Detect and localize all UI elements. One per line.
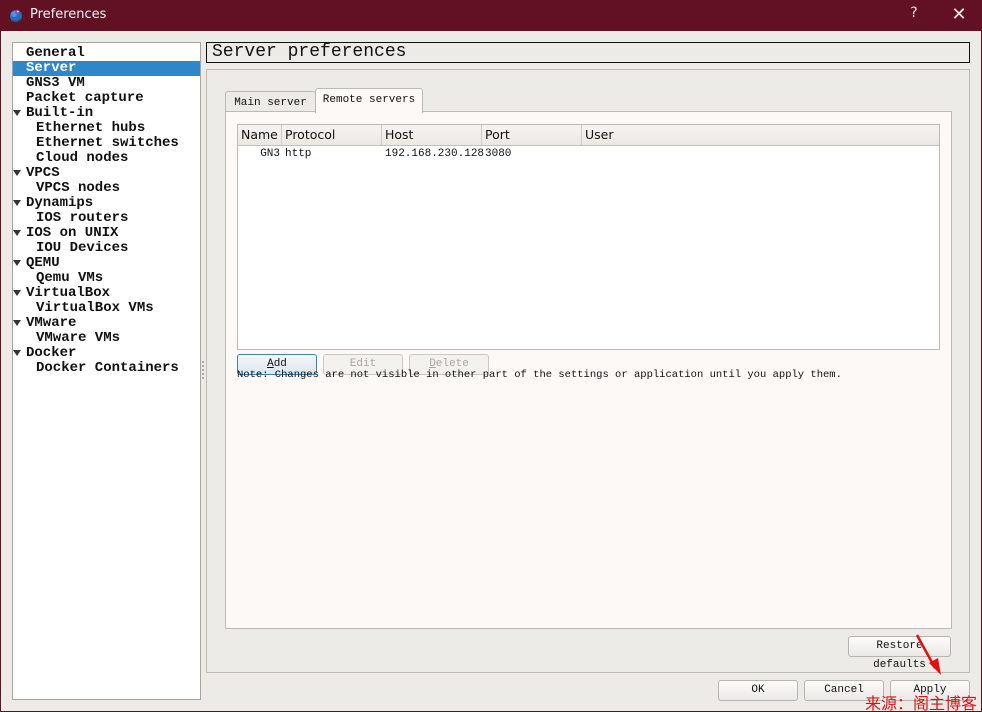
sidebar-item-qemu[interactable]: QEMU: [13, 256, 200, 271]
sidebar-item-label: VPCS nodes: [36, 180, 121, 196]
sidebar-item-label: Docker: [26, 345, 77, 361]
cell-host: 192.168.230.128: [385, 148, 485, 160]
sidebar-item-virtualbox-vms[interactable]: VirtualBox VMs: [13, 301, 200, 316]
sidebar-item-label: VMware: [26, 315, 77, 331]
sidebar-item-label: Ethernet switches: [36, 135, 179, 151]
sidebar-item-packet-capture[interactable]: Packet capture: [13, 91, 200, 106]
sidebar-item-label: VirtualBox VMs: [36, 300, 154, 316]
table-header: Name Protocol Host Port User: [238, 125, 939, 146]
sidebar-item-qemu-vms[interactable]: Qemu VMs: [13, 271, 200, 286]
page-title: Server preferences: [206, 42, 970, 63]
apply-note: Note: Changes are not visible in other p…: [237, 369, 842, 381]
expand-arrow-icon[interactable]: [13, 110, 21, 116]
column-header-protocol[interactable]: Protocol: [282, 125, 382, 145]
sidebar-item-ios-routers[interactable]: IOS routers: [13, 211, 200, 226]
column-header-user[interactable]: User: [582, 125, 939, 145]
expand-arrow-icon[interactable]: [13, 260, 21, 266]
cell-name: GN3: [260, 148, 280, 160]
sidebar-item-ethernet-switches[interactable]: Ethernet switches: [13, 136, 200, 151]
tab-remote-servers[interactable]: Remote servers: [315, 88, 423, 113]
column-header-port[interactable]: Port: [482, 125, 582, 145]
window-title: Preferences: [30, 7, 107, 22]
sidebar-item-label: VMware VMs: [36, 330, 121, 346]
expand-arrow-icon[interactable]: [13, 320, 21, 326]
sidebar-item-label: Packet capture: [26, 90, 144, 106]
expand-arrow-icon[interactable]: [13, 230, 21, 236]
expand-arrow-icon[interactable]: [13, 170, 21, 176]
sidebar-item-label: VPCS: [26, 165, 60, 181]
remote-servers-table[interactable]: Name Protocol Host Port User GN3 http 19…: [237, 124, 940, 350]
gns3-chameleon-icon: [10, 9, 22, 22]
preferences-tree[interactable]: General Server GNS3 VM Packet capture Built-…: [12, 42, 201, 700]
cell-protocol: http: [285, 148, 312, 160]
dialog-body: General Server GNS3 VM Packet capture Built-…: [1, 31, 981, 711]
sidebar-item-label: IOU Devices: [36, 240, 129, 256]
sidebar-item-vmware-vms[interactable]: VMware VMs: [13, 331, 200, 346]
sidebar-item-vpcs[interactable]: VPCS: [13, 166, 200, 181]
help-button[interactable]: ?: [904, 5, 924, 25]
sidebar-item-label: IOS routers: [36, 210, 129, 226]
sidebar-item-docker-containers[interactable]: Docker Containers: [13, 361, 200, 376]
sidebar-item-virtualbox[interactable]: VirtualBox: [13, 286, 200, 301]
sidebar-item-label: Built-in: [26, 105, 94, 121]
remote-servers-tab-panel: Name Protocol Host Port User GN3 http 19…: [225, 111, 952, 629]
expand-arrow-icon[interactable]: [13, 200, 21, 206]
sidebar-item-label: QEMU: [26, 255, 60, 271]
sidebar-item-cloud-nodes[interactable]: Cloud nodes: [13, 151, 200, 166]
column-header-name[interactable]: Name: [238, 125, 282, 145]
sidebar-item-label: GNS3 VM: [26, 75, 85, 91]
sidebar-item-vmware[interactable]: VMware: [13, 316, 200, 331]
tab-main-server[interactable]: Main server: [225, 91, 316, 112]
expand-arrow-icon[interactable]: [13, 290, 21, 296]
expand-arrow-icon[interactable]: [13, 350, 21, 356]
ok-button[interactable]: OK: [718, 680, 798, 701]
close-button[interactable]: ✕: [948, 4, 970, 26]
sidebar-item-ios-on-unix[interactable]: IOS on UNIX: [13, 226, 200, 241]
sidebar-item-label: VirtualBox: [26, 285, 111, 301]
sidebar-item-general[interactable]: General: [13, 46, 200, 61]
column-header-host[interactable]: Host: [382, 125, 482, 145]
sidebar-item-docker[interactable]: Docker: [13, 346, 200, 361]
sidebar-item-label: Cloud nodes: [36, 150, 129, 166]
watermark-text: 来源：阁主博客: [865, 694, 978, 712]
sidebar-item-vpcs-nodes[interactable]: VPCS nodes: [13, 181, 200, 196]
sidebar-item-label: Server: [26, 60, 77, 76]
splitter-handle[interactable]: [201, 361, 205, 381]
title-bar: Preferences ? ✕: [0, 0, 982, 31]
sidebar-item-server[interactable]: Server: [13, 61, 200, 76]
sidebar-item-iou-devices[interactable]: IOU Devices: [13, 241, 200, 256]
sidebar-item-ethernet-hubs[interactable]: Ethernet hubs: [13, 121, 200, 136]
sidebar-item-label: Dynamips: [26, 195, 94, 211]
cell-port: 3080: [485, 148, 512, 160]
sidebar-item-label: Docker Containers: [36, 360, 179, 376]
server-preferences-panel: Main server Remote servers Name Protocol…: [206, 69, 970, 673]
sidebar-item-label: Ethernet hubs: [36, 120, 146, 136]
annotation-arrow-icon: [915, 634, 941, 675]
sidebar-item-label: General: [26, 45, 85, 61]
sidebar-item-label: Qemu VMs: [36, 270, 104, 286]
sidebar-item-built-in[interactable]: Built-in: [13, 106, 200, 121]
sidebar-item-gns3-vm[interactable]: GNS3 VM: [13, 76, 200, 91]
sidebar-item-dynamips[interactable]: Dynamips: [13, 196, 200, 211]
sidebar-item-label: IOS on UNIX: [26, 225, 119, 241]
